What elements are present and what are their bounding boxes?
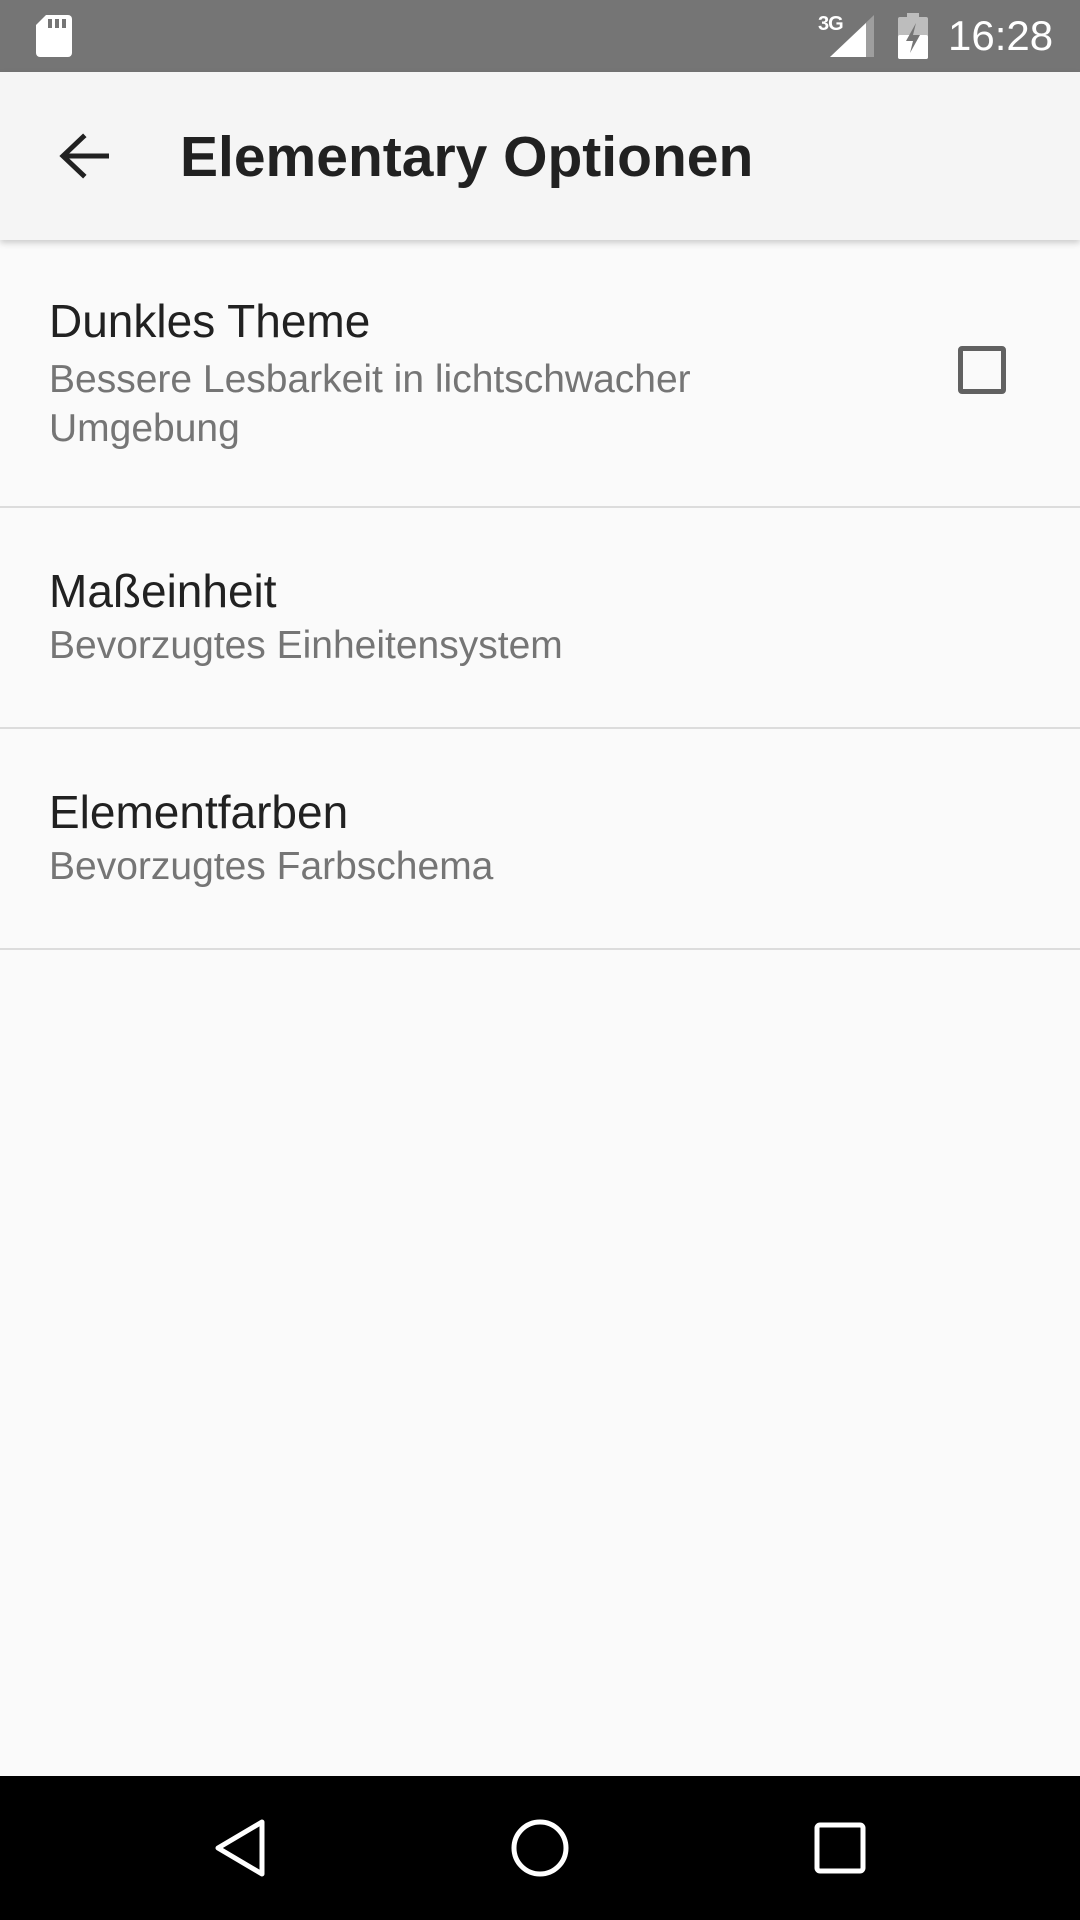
sd-card-icon [36, 15, 72, 57]
pref-summary: Bessere Lesbarkeit in lichtschwacher Umg… [49, 358, 691, 450]
nav-recents-button[interactable] [804, 1812, 876, 1884]
pref-element-colors[interactable]: Elementfarben Bevorzugtes Farbschema [0, 729, 1080, 950]
back-button[interactable] [36, 108, 132, 204]
app-bar: Elementary Optionen [0, 72, 1080, 240]
settings-list: Dunkles Theme Bessere Lesbarkeit in lich… [0, 240, 1080, 950]
nav-home-button[interactable] [504, 1812, 576, 1884]
pref-title: Elementfarben [49, 786, 349, 838]
page-title: Elementary Optionen [180, 125, 754, 189]
nav-back-button[interactable] [204, 1812, 276, 1884]
dark-theme-checkbox[interactable] [958, 346, 1006, 394]
nav-home-icon [511, 1819, 569, 1877]
pref-dark-theme[interactable]: Dunkles Theme Bessere Lesbarkeit in lich… [0, 240, 1080, 508]
pref-title: Dunkles Theme [49, 295, 371, 347]
signal-icon [830, 15, 874, 57]
pref-title: Maßeinheit [49, 565, 277, 617]
pref-summary: Bevorzugtes Einheitensystem [49, 624, 563, 667]
pref-units[interactable]: Maßeinheit Bevorzugtes Einheitensystem [0, 508, 1080, 729]
nav-back-icon [215, 1819, 265, 1877]
arrow-back-icon [59, 133, 109, 179]
nav-recents-icon [814, 1822, 866, 1874]
pref-summary: Bevorzugtes Farbschema [49, 845, 494, 888]
battery-charging-icon [898, 13, 928, 59]
status-bar: 3G 16:28 [0, 0, 1080, 72]
navigation-bar [0, 1776, 1080, 1920]
status-time: 16:28 [948, 12, 1054, 59]
